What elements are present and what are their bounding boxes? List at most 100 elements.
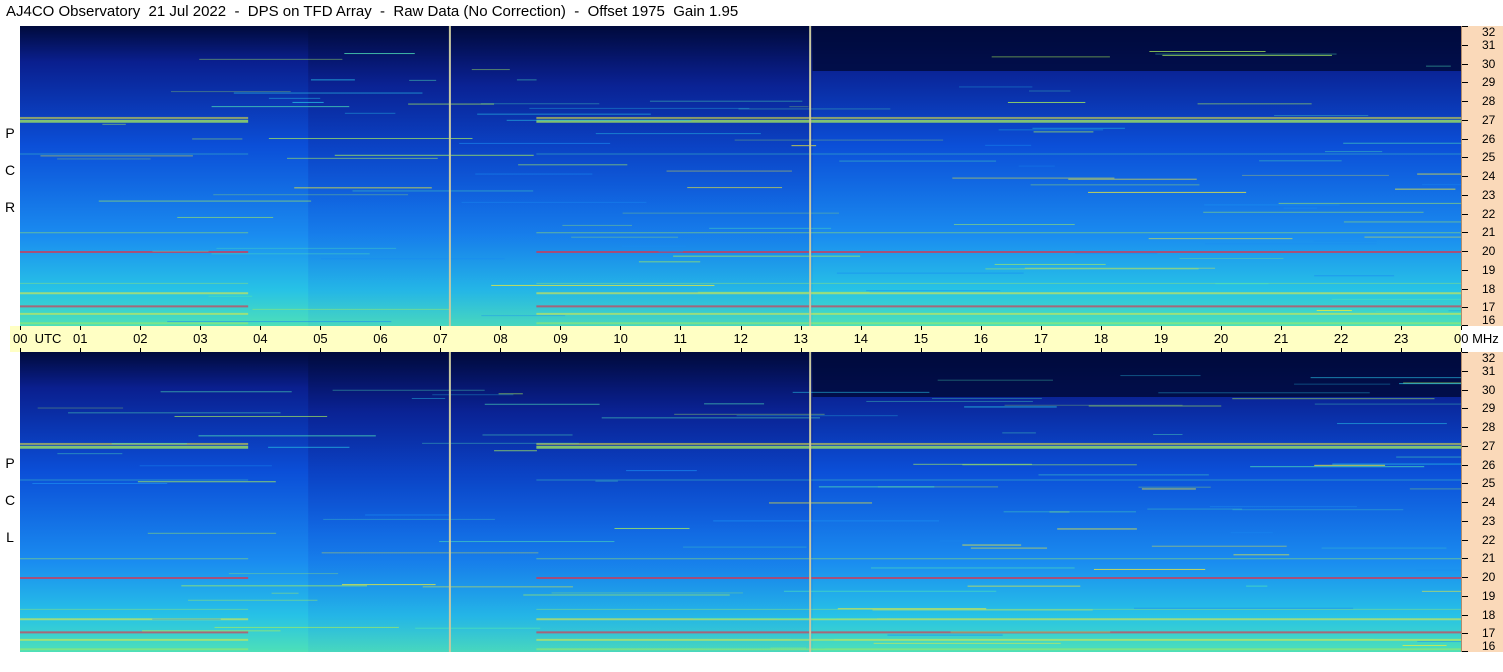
top-mhz-tick-32 bbox=[1462, 26, 1468, 27]
lcp-signal-line-8-1 bbox=[536, 638, 813, 641]
bottom-mhz-label-18: 18 bbox=[1482, 607, 1496, 622]
bottom-mhz-tick-23 bbox=[1462, 520, 1468, 522]
lcp-noise-streak bbox=[1321, 547, 1447, 549]
rcp-signal-line-2-0 bbox=[20, 153, 249, 155]
top-mhz-tick-18 bbox=[1462, 288, 1468, 290]
hour-tick-top-19 bbox=[1160, 326, 1162, 330]
bottom-mhz-label-27: 27 bbox=[1482, 438, 1496, 453]
rcp-signal-line-3-1 bbox=[536, 232, 813, 234]
lcp-noise-streak bbox=[595, 480, 618, 482]
rcp-time-marker-1 bbox=[809, 26, 812, 326]
hour-label-14: 14 bbox=[853, 331, 869, 346]
rcp-noise-streak bbox=[595, 133, 761, 135]
rcp-noise-streak bbox=[1314, 275, 1395, 277]
rcp-noise-streak bbox=[1088, 191, 1247, 193]
lcp-noise-streak bbox=[1004, 404, 1183, 406]
lcp-noise-streak bbox=[962, 544, 1022, 546]
bottom-mhz-tick-19 bbox=[1462, 595, 1468, 597]
rcp-noise-streak bbox=[1316, 309, 1352, 311]
mhz-scale-bottom: 32 31 30 29 28 27 26 25 24 23 22 21 20 19 18 17 16 bbox=[1461, 352, 1503, 652]
lcp-noise-streak bbox=[142, 630, 281, 632]
hour-tick-top-16 bbox=[980, 326, 982, 330]
top-mhz-tick-22 bbox=[1462, 213, 1468, 215]
lcp-noise-streak bbox=[1310, 377, 1461, 379]
rcp-noise-streak bbox=[571, 236, 679, 238]
rcp-noise-streak bbox=[471, 69, 510, 71]
rcp-signal-line-3-2 bbox=[812, 232, 1461, 234]
top-mhz-label-32: 32 bbox=[1482, 25, 1496, 39]
top-mhz-tick-24 bbox=[1462, 176, 1468, 177]
rcp-noise-streak bbox=[461, 201, 647, 203]
rcp-noise-streak bbox=[480, 103, 600, 105]
top-mhz-tick-19 bbox=[1462, 269, 1468, 271]
rcp-signal-line-1-1 bbox=[536, 116, 813, 119]
top-mhz-label-24: 24 bbox=[1482, 169, 1496, 183]
lcp-noise-streak bbox=[57, 453, 123, 455]
rcp-noise-streak bbox=[709, 227, 832, 229]
rcp-signal-line-1-2 bbox=[812, 116, 1461, 119]
rcp-noise-streak bbox=[991, 56, 1110, 58]
rcp-signal-line-7-0 bbox=[20, 305, 249, 308]
lcp-noise-streak bbox=[494, 450, 537, 452]
hour-label-19: 19 bbox=[1153, 331, 1169, 346]
lcp-noise-streak bbox=[872, 609, 1093, 611]
rcp-noise-streak bbox=[192, 138, 243, 140]
lcp-noise-streak bbox=[818, 486, 935, 488]
lcp-noise-streak bbox=[1314, 403, 1461, 405]
bottom-mhz-label-26: 26 bbox=[1482, 457, 1496, 472]
rcp-noise-streak bbox=[211, 106, 350, 108]
lcp-letter-3: L bbox=[6, 529, 14, 545]
rcp-noise-streak bbox=[408, 103, 495, 105]
rcp-noise-streak bbox=[491, 284, 715, 286]
lcp-noise-streak bbox=[160, 391, 292, 393]
rcp-signal-line-9-0 bbox=[20, 322, 249, 325]
rcp-time-marker-0 bbox=[448, 26, 451, 326]
top-mhz-label-20: 20 bbox=[1482, 244, 1496, 258]
lcp-noise-streak bbox=[1314, 464, 1386, 466]
lcp-noise-streak bbox=[214, 626, 399, 628]
top-mhz-label-22: 22 bbox=[1482, 206, 1496, 221]
rcp-noise-streak bbox=[789, 106, 809, 108]
lcp-noise-streak bbox=[523, 594, 730, 596]
top-mhz-label-31: 31 bbox=[1482, 37, 1496, 52]
lcp-signal-line-7-0 bbox=[20, 631, 249, 634]
bottom-mhz-label-28: 28 bbox=[1482, 420, 1496, 434]
lcp-noise-streak bbox=[323, 518, 495, 520]
bottom-mhz-label-31: 31 bbox=[1482, 363, 1496, 378]
rcp-noise-streak bbox=[102, 123, 126, 125]
hour-tick-top-24 bbox=[1461, 326, 1462, 330]
bottom-mhz-tick-27 bbox=[1462, 445, 1468, 447]
lcp-signal-line-5-0 bbox=[20, 608, 249, 610]
lcp-noise-streak bbox=[913, 463, 1032, 465]
lcp-noise-streak bbox=[271, 592, 299, 594]
rcp-noise-streak bbox=[1203, 211, 1424, 213]
lcp-noise-streak bbox=[498, 393, 523, 395]
bottom-mhz-label-16: 16 bbox=[1482, 639, 1496, 653]
top-mhz-tick-27 bbox=[1462, 119, 1468, 121]
lcp-noise-streak bbox=[422, 586, 573, 588]
bottom-mhz-tick-32 bbox=[1462, 352, 1468, 353]
lcp-noise-streak bbox=[152, 618, 221, 620]
rcp-noise-streak bbox=[1068, 178, 1197, 180]
lcp-noise-streak bbox=[783, 590, 997, 592]
bottom-mhz-label-24: 24 bbox=[1482, 495, 1496, 509]
rcp-noise-streak bbox=[1426, 65, 1451, 67]
lcp-noise-streak bbox=[887, 634, 1003, 636]
lcp-signal-line-4-0 bbox=[20, 577, 249, 579]
rcp-letter-3: R bbox=[4, 199, 16, 215]
lcp-noise-streak bbox=[1417, 641, 1461, 643]
bottom-mhz-label-20: 20 bbox=[1482, 570, 1496, 584]
top-mhz-tick-29 bbox=[1462, 82, 1468, 84]
hour-label-1: 01 bbox=[73, 331, 88, 346]
top-mhz-label-17: 17 bbox=[1482, 300, 1496, 315]
rcp-noise-streak bbox=[1274, 115, 1369, 117]
lcp-noise-streak bbox=[1409, 488, 1461, 490]
rcp-noise-streak bbox=[529, 107, 750, 109]
hour-label-8: 08 bbox=[493, 331, 508, 346]
rcp-noise-streak bbox=[1179, 257, 1284, 259]
hour-label-18: 18 bbox=[1093, 331, 1109, 346]
rcp-noise-streak bbox=[994, 263, 1106, 265]
rcp-signal-line-1-0 bbox=[20, 116, 249, 119]
lcp-noise-streak bbox=[482, 434, 573, 436]
lcp-noise-streak bbox=[1138, 486, 1211, 488]
